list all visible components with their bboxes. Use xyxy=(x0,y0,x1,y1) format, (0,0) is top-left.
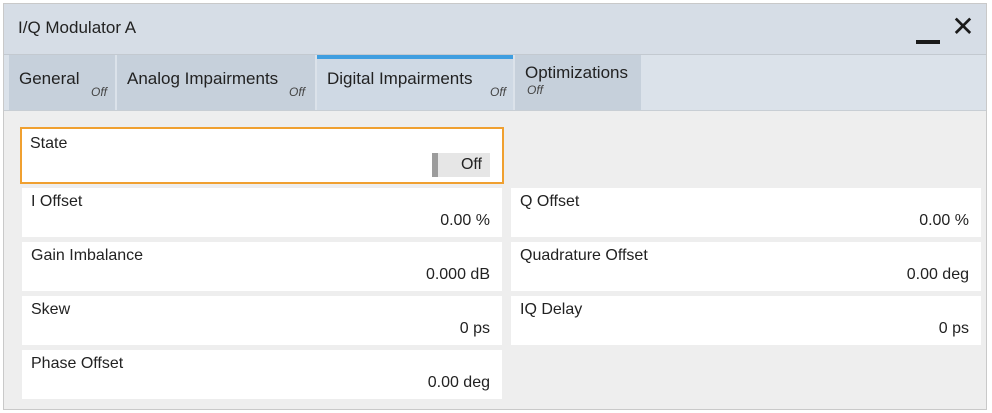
quadrature-offset-field[interactable]: Quadrature Offset 0.00 deg xyxy=(511,242,981,291)
gain-imbalance-label: Gain Imbalance xyxy=(31,247,144,264)
state-control[interactable]: State Off xyxy=(20,127,504,184)
gain-imbalance-value: 0.000 dB xyxy=(425,266,490,283)
tab-optimizations[interactable]: Optimizations Off xyxy=(515,55,641,110)
toggle-knob xyxy=(432,153,438,177)
phase-offset-field[interactable]: Phase Offset 0.00 deg xyxy=(22,350,502,399)
tab-general[interactable]: General Off xyxy=(9,55,115,110)
iq-modulator-window: I/Q Modulator A ✕ General Off Analog Imp… xyxy=(3,3,987,410)
iq-delay-label: IQ Delay xyxy=(520,301,583,318)
tab-digital-impairments[interactable]: Digital Impairments Off xyxy=(317,55,513,110)
title-bar: I/Q Modulator A ✕ xyxy=(4,4,986,55)
skew-label: Skew xyxy=(31,301,71,318)
quadrature-offset-label: Quadrature Offset xyxy=(520,247,648,264)
digital-impairments-panel: State Off I Offset 0.00 % Q Offset 0.00 … xyxy=(4,111,986,409)
window-title: I/Q Modulator A xyxy=(18,18,137,37)
phase-offset-label: Phase Offset xyxy=(31,355,124,372)
i-offset-value: 0.00 % xyxy=(440,212,490,229)
i-offset-field[interactable]: I Offset 0.00 % xyxy=(22,188,502,237)
close-icon[interactable]: ✕ xyxy=(950,12,976,42)
minimize-icon[interactable] xyxy=(916,24,942,46)
q-offset-value: 0.00 % xyxy=(919,212,969,229)
active-tab-indicator xyxy=(317,55,513,59)
quadrature-offset-value: 0.00 deg xyxy=(906,266,969,283)
tab-label: Analog Impairments xyxy=(127,69,279,88)
state-value: Off xyxy=(460,156,482,173)
tab-label: General xyxy=(19,69,80,88)
tab-label: Optimizations xyxy=(525,63,628,82)
state-label: State xyxy=(30,135,68,152)
q-offset-label: Q Offset xyxy=(520,193,580,210)
q-offset-field[interactable]: Q Offset 0.00 % xyxy=(511,188,981,237)
state-toggle[interactable]: Off xyxy=(432,153,490,177)
skew-field[interactable]: Skew 0 ps xyxy=(22,296,502,345)
tab-status: Off xyxy=(91,85,108,99)
tab-status: Off xyxy=(527,83,544,97)
i-offset-label: I Offset xyxy=(31,193,83,210)
tab-analog-impairments[interactable]: Analog Impairments Off xyxy=(117,55,315,110)
iq-delay-value: 0 ps xyxy=(938,320,969,337)
iq-delay-field[interactable]: IQ Delay 0 ps xyxy=(511,296,981,345)
tab-status: Off xyxy=(490,85,507,99)
phase-offset-value: 0.00 deg xyxy=(427,374,490,391)
tab-status: Off xyxy=(289,85,306,99)
tab-label: Digital Impairments xyxy=(327,69,473,88)
tab-bar: General Off Analog Impairments Off Digit… xyxy=(4,55,986,111)
gain-imbalance-field[interactable]: Gain Imbalance 0.000 dB xyxy=(22,242,502,291)
skew-value: 0 ps xyxy=(459,320,490,337)
